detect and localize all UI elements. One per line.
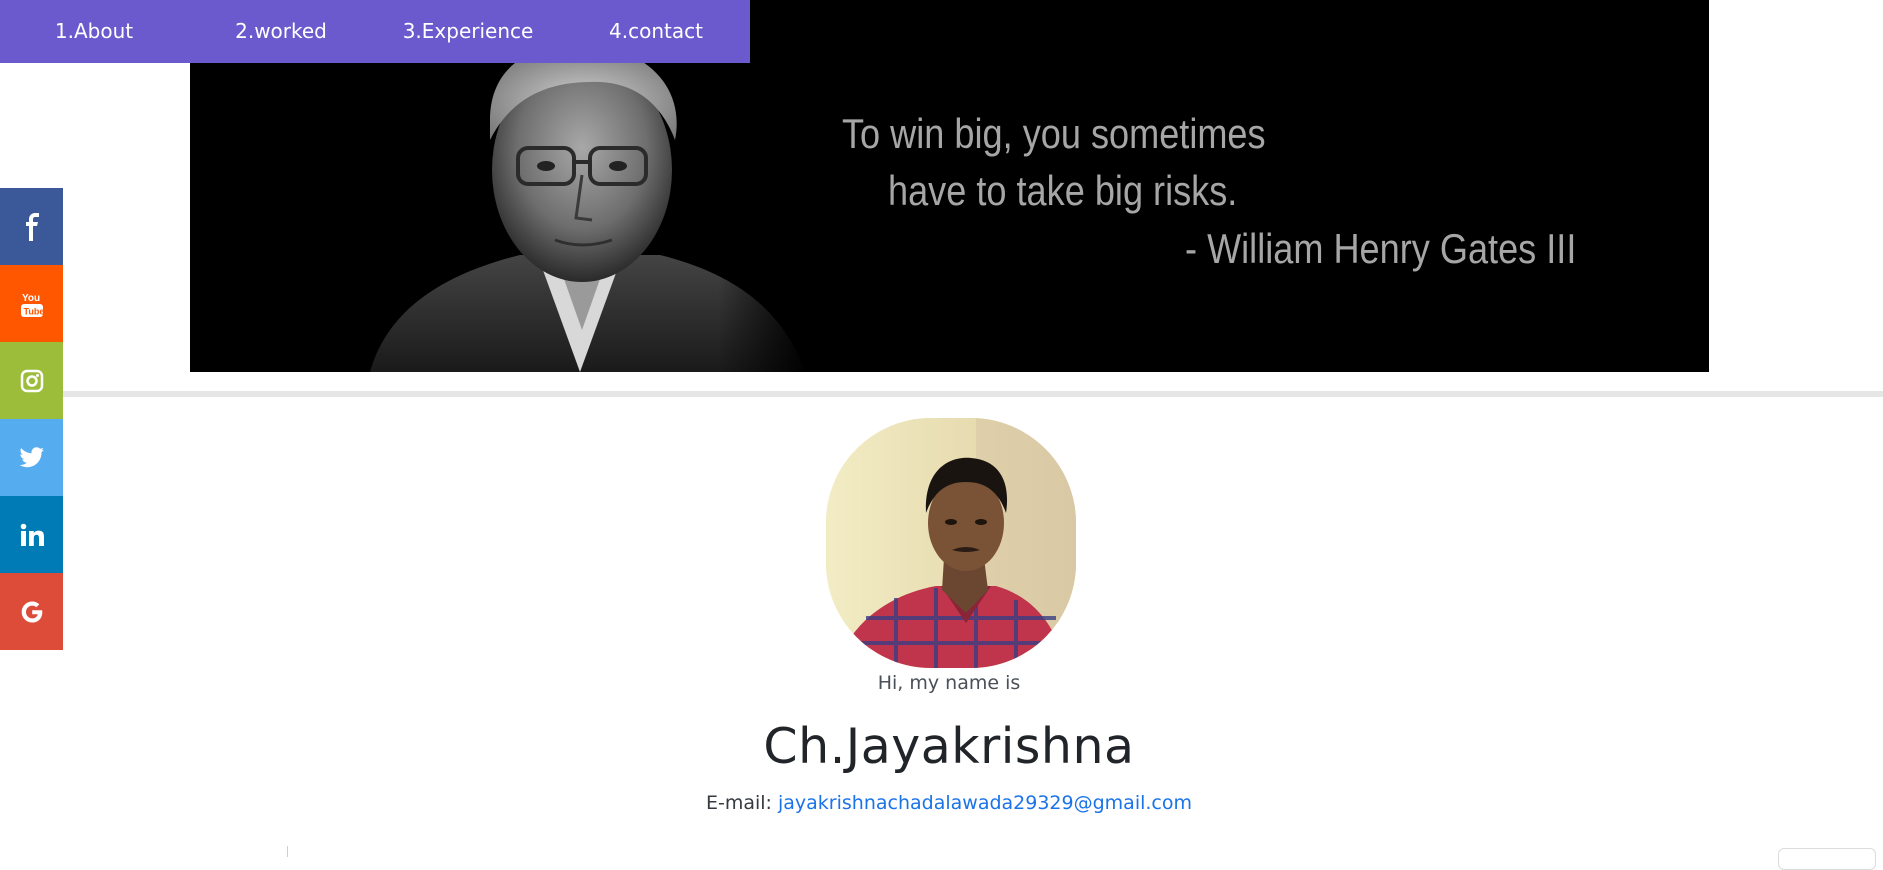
- youtube-icon: You Tube: [20, 293, 44, 317]
- content-edge-line: [287, 846, 288, 857]
- profile-name: Ch.Jayakrishna: [763, 718, 1135, 775]
- quote-author: - William Henry Gates III: [1185, 225, 1577, 272]
- quote-line-2: have to take big risks.: [888, 167, 1238, 214]
- svg-text:You: You: [22, 293, 40, 304]
- email-link[interactable]: jayakrishnachadalawada29329@gmail.com: [778, 792, 1192, 814]
- email-label: E-mail:: [705, 792, 772, 814]
- svg-text:Tube: Tube: [23, 306, 44, 316]
- nav-worked-link[interactable]: 2.worked: [235, 0, 327, 63]
- google-button[interactable]: [0, 573, 63, 650]
- google-icon: [21, 601, 42, 622]
- facebook-icon: [25, 212, 39, 241]
- twitter-icon: [19, 446, 44, 467]
- quote-line-1: To win big, you sometimes: [842, 110, 1266, 157]
- top-navigation: 1.About 2.worked 3.Experience 4.contact: [0, 0, 750, 63]
- partial-widget-box: [1778, 848, 1876, 870]
- profile-avatar: [826, 418, 1076, 668]
- instagram-button[interactable]: [0, 342, 63, 419]
- facebook-button[interactable]: [0, 188, 63, 265]
- youtube-button[interactable]: You Tube: [0, 265, 63, 342]
- profile-photo: [826, 418, 1076, 668]
- nav-about-link[interactable]: 1.About: [55, 0, 133, 63]
- linkedin-button[interactable]: [0, 496, 63, 573]
- social-sidebar: You Tube: [0, 188, 63, 650]
- greeting-text: Hi, my name is: [877, 672, 1021, 694]
- nav-contact-link[interactable]: 4.contact: [609, 0, 703, 63]
- linkedin-icon: [20, 523, 44, 546]
- section-divider: [63, 391, 1883, 397]
- nav-experience-link[interactable]: 3.Experience: [403, 0, 534, 63]
- instagram-icon: [20, 369, 43, 392]
- twitter-button[interactable]: [0, 419, 63, 496]
- email-line: E-mail: jayakrishnachadalawada29329@gmai…: [0, 792, 1883, 814]
